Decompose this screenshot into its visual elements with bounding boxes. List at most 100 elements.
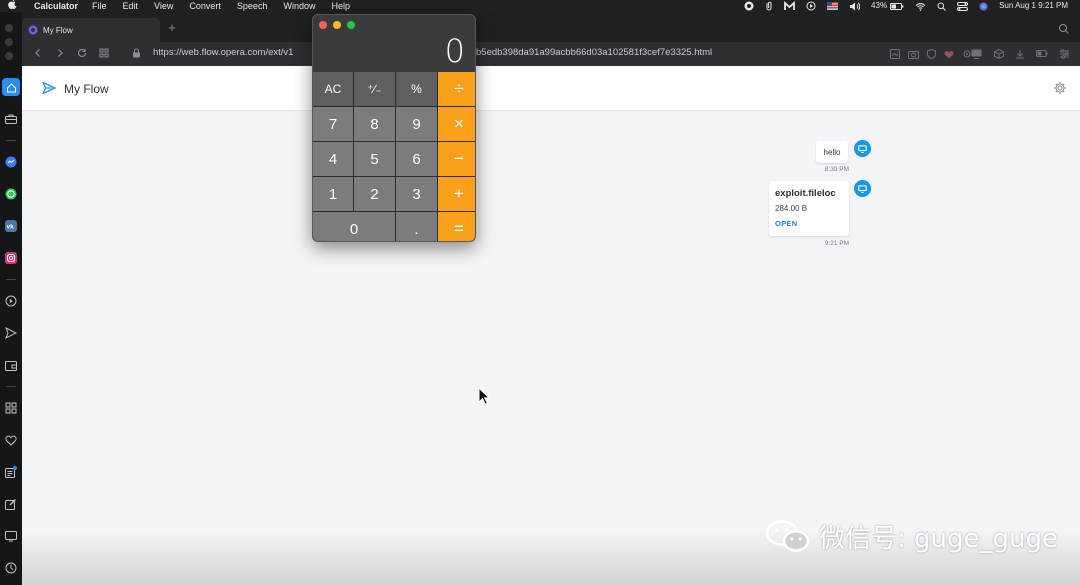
malwarebytes-icon[interactable] <box>784 0 795 12</box>
wechat-logo-icon <box>765 520 810 552</box>
tab-title: My Flow <box>43 25 73 35</box>
message-bubble[interactable]: hello <box>816 141 848 163</box>
heart-icon[interactable] <box>2 431 20 449</box>
message-text: hello <box>823 147 841 157</box>
digit-7-button[interactable]: 7 <box>313 107 353 141</box>
lock-icon[interactable] <box>128 45 144 61</box>
whatsapp-icon[interactable] <box>2 185 20 203</box>
screen-icon[interactable] <box>970 48 982 60</box>
speed-dial-icon[interactable] <box>2 399 20 417</box>
download-icon[interactable] <box>1014 48 1026 60</box>
sign-toggle-button[interactable]: ⁺∕₋ <box>354 72 395 106</box>
wallet-icon[interactable] <box>2 356 20 374</box>
spotlight-search-icon[interactable] <box>937 0 946 12</box>
sidebar-separator <box>6 140 16 141</box>
menu-view[interactable]: View <box>154 0 173 12</box>
easy-setup-icon[interactable] <box>1058 48 1070 60</box>
address-url-start[interactable]: https://web.flow.opera.com/ext/v1 <box>153 47 313 58</box>
digit-1-button[interactable]: 1 <box>313 177 353 211</box>
player-icon[interactable] <box>2 292 20 310</box>
digit-0-button[interactable]: 0 <box>313 212 395 241</box>
digit-5-button[interactable]: 5 <box>354 142 395 176</box>
settings-gear-icon[interactable] <box>1053 81 1067 95</box>
address-url-end[interactable]: b5edb398da91a99acbb66d03a102581f3cef7e33… <box>476 47 712 58</box>
open-file-link[interactable]: OPEN <box>775 219 843 228</box>
digit-2-button[interactable]: 2 <box>354 177 395 211</box>
wifi-icon[interactable] <box>915 0 926 12</box>
mouse-cursor-icon <box>478 386 492 407</box>
percent-button[interactable]: % <box>396 72 437 106</box>
file-size: 284.00 B <box>775 204 808 213</box>
window-zoom-dot[interactable] <box>5 52 13 60</box>
decimal-button[interactable]: . <box>396 212 437 241</box>
battery-percent: 43% <box>871 1 888 10</box>
minimize-window-button[interactable] <box>333 21 341 29</box>
close-window-button[interactable] <box>319 21 327 29</box>
digit-4-button[interactable]: 4 <box>313 142 353 176</box>
sidebar-separator <box>6 386 16 387</box>
edit-icon[interactable] <box>2 495 20 513</box>
add-button[interactable]: + <box>438 177 475 211</box>
history-icon[interactable] <box>2 559 20 577</box>
digit-3-button[interactable]: 3 <box>396 177 437 211</box>
home-icon[interactable] <box>2 78 20 96</box>
vk-icon[interactable]: vk <box>2 217 20 235</box>
opera-sidebar: vk <box>0 12 22 585</box>
paperclip-icon[interactable] <box>765 0 773 12</box>
menu-help[interactable]: Help <box>331 0 350 12</box>
briefcase-icon[interactable] <box>2 110 20 128</box>
equals-button[interactable]: = <box>438 212 475 241</box>
flow-send-icon[interactable] <box>2 324 20 342</box>
file-message-card[interactable]: exploit.fileloc 284.00 B OPEN <box>769 181 849 236</box>
multiply-button[interactable]: × <box>438 107 475 141</box>
calculator-display: 0 <box>444 32 465 70</box>
file-name: exploit.fileloc <box>775 188 836 199</box>
instagram-icon[interactable] <box>2 249 20 267</box>
svg-text:vk: vk <box>7 224 15 231</box>
control-center-icon[interactable] <box>957 0 969 12</box>
news-icon[interactable] <box>2 463 20 481</box>
digit-8-button[interactable]: 8 <box>354 107 395 141</box>
divide-button[interactable]: ÷ <box>438 72 475 106</box>
menu-edit[interactable]: Edit <box>123 0 139 12</box>
play-circle-icon[interactable] <box>806 0 816 12</box>
watermark-text: 微信号: guge_guge <box>819 523 1058 554</box>
sidebar-separator <box>6 279 16 280</box>
messenger-icon[interactable] <box>2 153 20 171</box>
image-search-icon[interactable] <box>889 48 901 60</box>
zoom-window-button[interactable] <box>347 21 355 29</box>
new-tab-button[interactable]: + <box>164 20 180 36</box>
snapshot-icon[interactable] <box>2 527 20 545</box>
reload-icon[interactable] <box>74 45 90 61</box>
calculator-window[interactable]: 0 AC ⁺∕₋ % ÷ 7 8 9 × 4 5 6 − 1 2 3 + 0 .… <box>312 14 476 242</box>
volume-icon[interactable] <box>849 0 861 12</box>
tab-my-flow[interactable]: My Flow <box>22 18 160 42</box>
window-close-dot[interactable] <box>5 24 13 32</box>
battery-saver-icon[interactable] <box>1036 48 1048 60</box>
clear-button[interactable]: AC <box>313 72 353 106</box>
flow-header <box>22 66 1080 111</box>
us-flag-icon[interactable] <box>827 0 839 12</box>
digit-9-button[interactable]: 9 <box>396 107 437 141</box>
tab-search-icon[interactable] <box>1058 22 1072 36</box>
menu-file[interactable]: File <box>92 0 107 12</box>
back-icon[interactable] <box>30 45 46 61</box>
cube-icon[interactable] <box>993 48 1005 60</box>
calculator-keypad: AC ⁺∕₋ % ÷ 7 8 9 × 4 5 6 − 1 2 3 + 0 . = <box>313 72 475 241</box>
battery-indicator[interactable]: 43% <box>871 0 904 12</box>
siri-icon[interactable] <box>979 0 988 12</box>
forward-icon[interactable] <box>52 45 68 61</box>
menu-convert[interactable]: Convert <box>189 0 221 12</box>
camera-icon[interactable] <box>907 48 919 60</box>
shield-icon[interactable] <box>925 48 937 60</box>
window-minimize-dot[interactable] <box>5 38 13 46</box>
menu-window[interactable]: Window <box>283 0 315 12</box>
subtract-button[interactable]: − <box>438 142 475 176</box>
digit-6-button[interactable]: 6 <box>396 142 437 176</box>
heart-bookmark-icon[interactable] <box>943 48 955 60</box>
menu-app-name[interactable]: Calculator <box>34 0 78 12</box>
screen-record-icon[interactable] <box>744 0 754 12</box>
grid-icon[interactable] <box>96 45 112 61</box>
menu-clock[interactable]: Sun Aug 1 9:21 PM <box>999 0 1068 12</box>
menu-speech[interactable]: Speech <box>237 0 268 12</box>
